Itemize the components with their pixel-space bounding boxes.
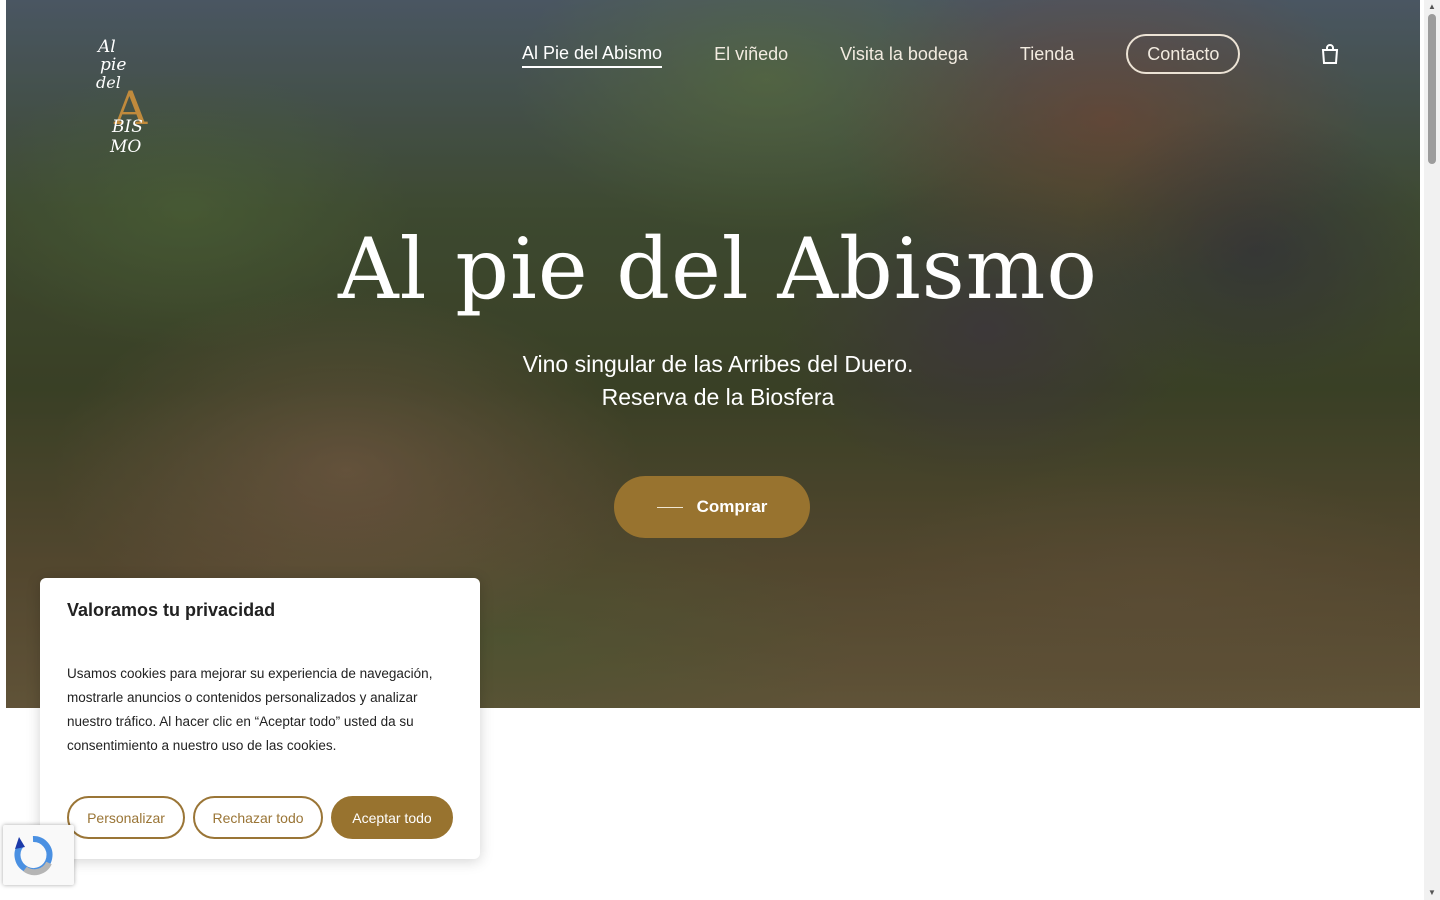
site-logo[interactable]: Al pie del A BIS MO bbox=[94, 32, 164, 160]
hero-title: Al pie del Abismo bbox=[338, 220, 1098, 318]
nav-item-visita-la-bodega[interactable]: Visita la bodega bbox=[840, 34, 968, 74]
recaptcha-badge[interactable] bbox=[3, 825, 74, 885]
svg-text:BIS: BIS bbox=[111, 117, 143, 137]
cookie-reject-button[interactable]: Rechazar todo bbox=[193, 796, 323, 839]
scrollbar-thumb[interactable] bbox=[1428, 14, 1436, 164]
hero-subtitle-line1: Vino singular de las Arribes del Duero. bbox=[522, 351, 914, 377]
scroll-down-arrow-icon[interactable]: ▼ bbox=[1424, 886, 1440, 900]
nav-item-al-pie-del-abismo[interactable]: Al Pie del Abismo bbox=[522, 41, 663, 68]
nav-item-contacto[interactable]: Contacto bbox=[1126, 34, 1241, 74]
logo-icon: Al pie del A BIS MO bbox=[96, 37, 148, 157]
cookie-title: Valoramos tu privacidad bbox=[67, 600, 276, 620]
recaptcha-icon bbox=[14, 835, 53, 876]
buy-button-label: Comprar bbox=[696, 497, 768, 516]
hero-subtitle-line2: Reserva de la Biosfera bbox=[601, 384, 835, 410]
nav-item-tienda[interactable]: Tienda bbox=[1020, 34, 1074, 74]
cart-button[interactable] bbox=[1318, 42, 1342, 66]
cookie-customize-button[interactable]: Personalizar bbox=[67, 796, 185, 839]
page-scrollbar[interactable]: ▲ ▼ bbox=[1424, 0, 1440, 900]
cookie-accept-button[interactable]: Aceptar todo bbox=[331, 796, 453, 839]
scroll-up-arrow-icon[interactable]: ▲ bbox=[1424, 0, 1440, 14]
button-line-icon bbox=[656, 506, 683, 508]
svg-text:MO: MO bbox=[109, 137, 141, 157]
svg-text:Al: Al bbox=[96, 37, 116, 57]
buy-button[interactable]: Comprar bbox=[614, 476, 810, 538]
shopping-bag-icon bbox=[1321, 44, 1339, 64]
svg-text:pie: pie bbox=[100, 55, 126, 75]
hero-subtitle: Vino singular de las Arribes del Duero. … bbox=[6, 348, 1420, 414]
cookie-text: Usamos cookies para mejorar su experienc… bbox=[67, 666, 433, 753]
cookie-consent-panel: Valoramos tu privacidad Usamos cookies p… bbox=[40, 578, 480, 859]
main-nav: Al Pie del Abismo El viñedo Visita la bo… bbox=[522, 34, 1241, 74]
nav-item-el-vinedo[interactable]: El viñedo bbox=[714, 34, 788, 74]
